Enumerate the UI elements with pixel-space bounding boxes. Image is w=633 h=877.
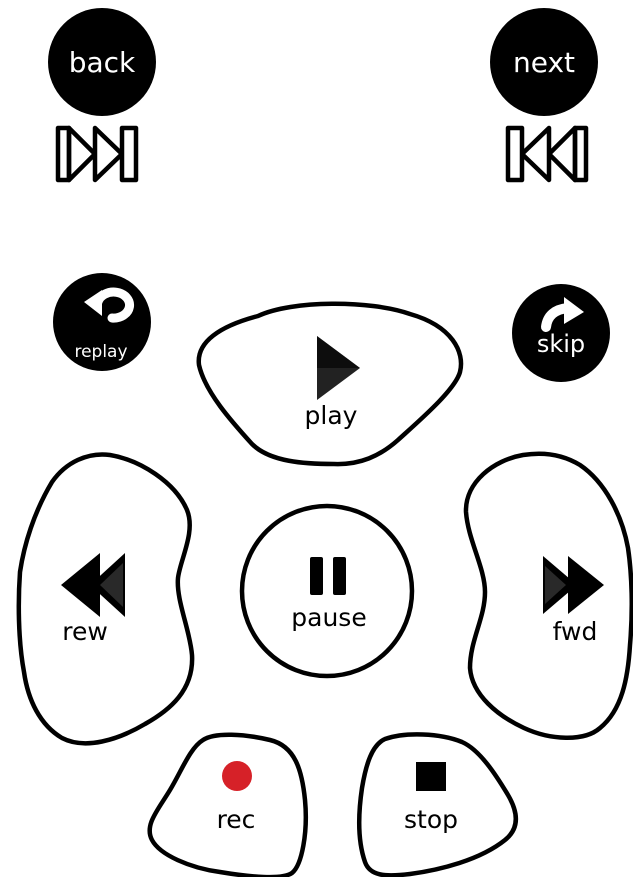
next-button[interactable]: next xyxy=(490,8,598,116)
replay-button[interactable]: replay xyxy=(53,273,151,371)
pause-button-label: pause xyxy=(291,603,366,632)
pause-button-pad xyxy=(239,503,415,679)
skip-previous-icon xyxy=(55,125,139,183)
rew-button-label: rew xyxy=(62,617,108,646)
rew-button[interactable]: rew xyxy=(16,452,195,746)
skip-button-label: skip xyxy=(537,330,585,358)
fwd-button[interactable]: fwd xyxy=(463,451,633,740)
record-icon xyxy=(222,761,252,791)
stop-button-label: stop xyxy=(404,805,458,834)
stop-icon xyxy=(416,762,446,791)
play-button[interactable]: play xyxy=(196,301,464,467)
skip-next-icon xyxy=(505,125,589,183)
back-button-label: back xyxy=(69,46,136,79)
rec-button[interactable]: rec xyxy=(147,732,308,877)
next-button-label: next xyxy=(513,46,575,79)
stop-button[interactable]: stop xyxy=(357,732,519,877)
remote-control: back next replay skip play rew pause fwd… xyxy=(16,8,633,877)
back-button[interactable]: back xyxy=(48,8,156,116)
fwd-button-label: fwd xyxy=(553,617,598,646)
skip-button[interactable]: skip xyxy=(512,284,610,382)
play-button-label: play xyxy=(305,401,358,430)
pause-button[interactable]: pause xyxy=(239,503,415,679)
replay-button-label: replay xyxy=(74,342,127,362)
rec-button-label: rec xyxy=(217,805,256,834)
